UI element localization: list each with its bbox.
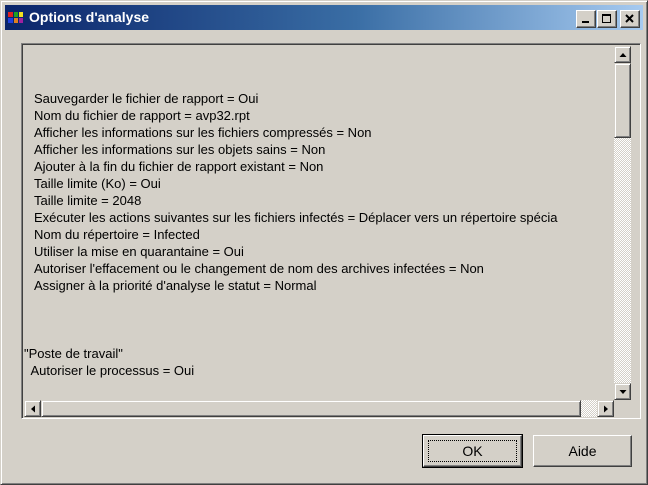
report-line: Ajouter à la fin du fichier de rapport e… [34, 159, 324, 174]
scroll-down-button[interactable] [614, 383, 631, 400]
help-button[interactable]: Aide [533, 435, 632, 467]
maximize-icon [602, 14, 611, 23]
report-line: Autoriser le processus = Oui [24, 363, 195, 378]
report-line: Autoriser l'effacement ou le changement … [34, 261, 484, 276]
minimize-button[interactable] [576, 10, 596, 28]
scroll-right-button[interactable] [597, 400, 614, 417]
report-line: Afficher les informations sur les objets… [34, 142, 326, 157]
scroll-left-button[interactable] [24, 400, 41, 417]
report-line: Afficher les informations sur les fichie… [34, 125, 372, 140]
ok-button[interactable]: OK [422, 434, 523, 468]
ok-button-label: OK [462, 443, 483, 459]
help-button-label: Aide [568, 443, 597, 459]
report-line: Sauvegarder le fichier de rapport = Oui [34, 91, 259, 106]
scroll-up-button[interactable] [614, 46, 631, 63]
report-line: Nom du répertoire = Infected [34, 227, 200, 242]
arrow-left-icon [31, 405, 35, 413]
options-dialog: Options d'analyse Sauvegarder le fichier… [0, 0, 648, 485]
report-line: Exécuter les actions suivantes sur les f… [34, 210, 558, 225]
horizontal-scrollbar[interactable] [24, 400, 614, 417]
minimize-icon [582, 21, 589, 23]
close-icon [625, 14, 634, 23]
report-line: Taille limite = 2048 [34, 193, 142, 208]
arrow-down-icon [619, 390, 627, 394]
report-line: "Poste de travail" [24, 346, 123, 361]
arrow-right-icon [604, 405, 608, 413]
vertical-scroll-thumb[interactable] [614, 63, 631, 138]
report-line: Assigner à la priorité d'analyse le stat… [34, 278, 317, 293]
report-line: Nom du fichier de rapport = avp32.rpt [34, 108, 250, 123]
report-line: Utiliser la mise en quarantaine = Oui [34, 244, 244, 259]
maximize-button[interactable] [597, 10, 617, 28]
report-content: Sauvegarder le fichier de rapport = Oui … [24, 46, 614, 400]
horizontal-scroll-thumb[interactable] [41, 400, 581, 417]
report-line: Taille limite (Ko) = Oui [34, 176, 161, 191]
arrow-up-icon [619, 53, 627, 57]
title-bar[interactable]: Options d'analyse [5, 5, 643, 30]
vertical-scrollbar[interactable] [614, 46, 631, 400]
window-title: Options d'analyse [29, 9, 150, 25]
report-text-area[interactable]: Sauvegarder le fichier de rapport = Oui … [21, 43, 641, 419]
scrollbar-corner [614, 400, 631, 417]
close-button[interactable] [620, 10, 640, 28]
app-icon [8, 10, 24, 26]
